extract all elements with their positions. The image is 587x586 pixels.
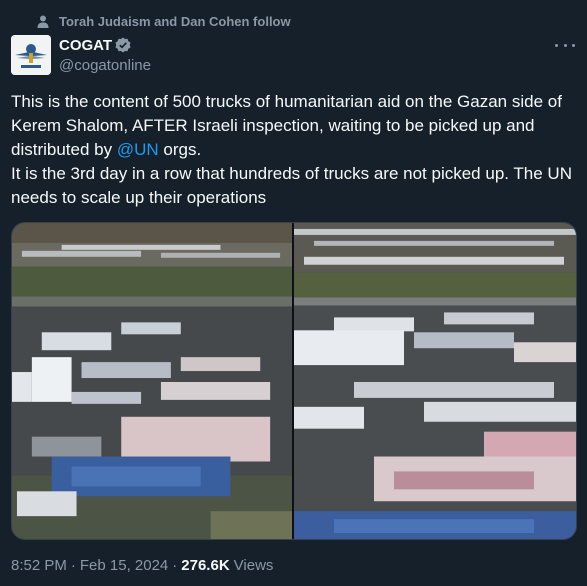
meta-separator: · — [70, 557, 76, 574]
tweet-text-part-1: This is the content of 500 trucks of hum… — [11, 92, 562, 159]
tweet-meta: 8:52 PM · Feb 15, 2024 · 276.6K Views — [11, 557, 273, 574]
aerial-photo-right — [294, 223, 576, 539]
media-image-left[interactable] — [12, 223, 294, 539]
media-container[interactable] — [11, 222, 577, 540]
mention-link[interactable]: @UN — [117, 140, 159, 159]
more-dot-icon — [572, 43, 575, 47]
display-name[interactable]: COGAT — [59, 37, 112, 54]
views-label: Views — [233, 557, 274, 574]
social-context[interactable]: Torah Judaism and Dan Cohen follow — [37, 14, 291, 29]
author-block: COGAT @cogatonline — [59, 35, 151, 75]
verified-badge-icon[interactable] — [115, 37, 131, 53]
aerial-photo-left — [12, 223, 292, 539]
avatar[interactable] — [11, 35, 51, 75]
more-dot-icon — [555, 43, 558, 47]
media-image-right[interactable] — [294, 223, 576, 539]
more-options-button[interactable] — [555, 38, 575, 52]
person-icon — [37, 15, 49, 28]
tweet-text: This is the content of 500 trucks of hum… — [11, 90, 577, 210]
views-count[interactable]: 276.6K — [181, 557, 229, 574]
tweet-time[interactable]: 8:52 PM — [11, 557, 67, 574]
meta-separator: · — [172, 557, 178, 574]
handle[interactable]: @cogatonline — [59, 57, 151, 74]
tweet-date[interactable]: Feb 15, 2024 — [80, 557, 168, 574]
cogat-logo-icon — [11, 35, 51, 75]
more-dot-icon — [563, 43, 567, 47]
social-context-text: Torah Judaism and Dan Cohen follow — [59, 14, 291, 29]
